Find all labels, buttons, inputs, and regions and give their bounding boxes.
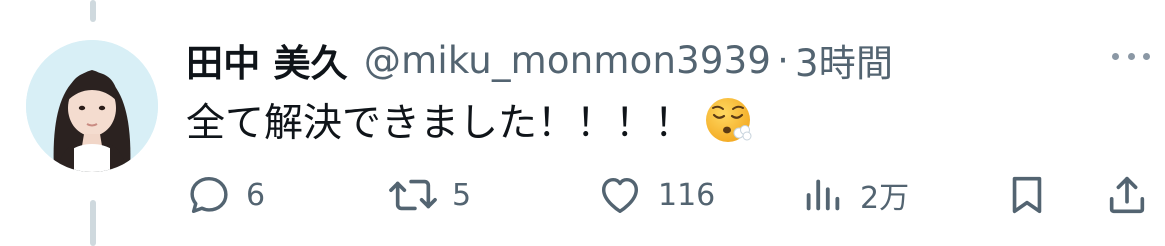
timestamp[interactable]: 3時間 [795,33,893,87]
thread-line-bottom [90,200,96,246]
bookmark-button[interactable] [1004,170,1050,220]
heart-icon [601,177,639,214]
separator-dot: · [777,38,790,82]
like-button[interactable]: 116 [596,170,715,220]
share-icon [1109,176,1145,214]
thread-line-top [90,0,96,22]
tweet-header: 田中 美久 @miku_monmon3939 · 3時間 [186,32,893,88]
share-button[interactable] [1104,170,1150,220]
reply-count: 6 [246,177,266,213]
tweet-body: 全て解決できました！！！！ [186,92,753,148]
avatar[interactable] [26,40,158,172]
retweet-button[interactable]: 5 [388,170,471,220]
views-icon [806,179,840,211]
views-count: 2万 [860,181,910,216]
exhaling-face-emoji [706,98,752,142]
like-count: 116 [658,177,716,213]
retweet-icon [389,179,437,211]
views-button[interactable]: 2万 [800,170,909,220]
reply-icon [190,176,228,214]
action-bar: 6 5 116 2万 [186,170,1156,220]
reply-button[interactable]: 6 [186,170,265,220]
retweet-count: 5 [452,177,472,213]
bookmark-icon [1012,176,1042,214]
tweet-text: 全て解決できました！！！！ [186,101,694,146]
user-handle[interactable]: @miku_monmon3939 [364,39,771,82]
display-name[interactable]: 田中 美久 [186,33,348,87]
more-icon[interactable] [1112,50,1150,62]
avatar-image [26,40,158,172]
